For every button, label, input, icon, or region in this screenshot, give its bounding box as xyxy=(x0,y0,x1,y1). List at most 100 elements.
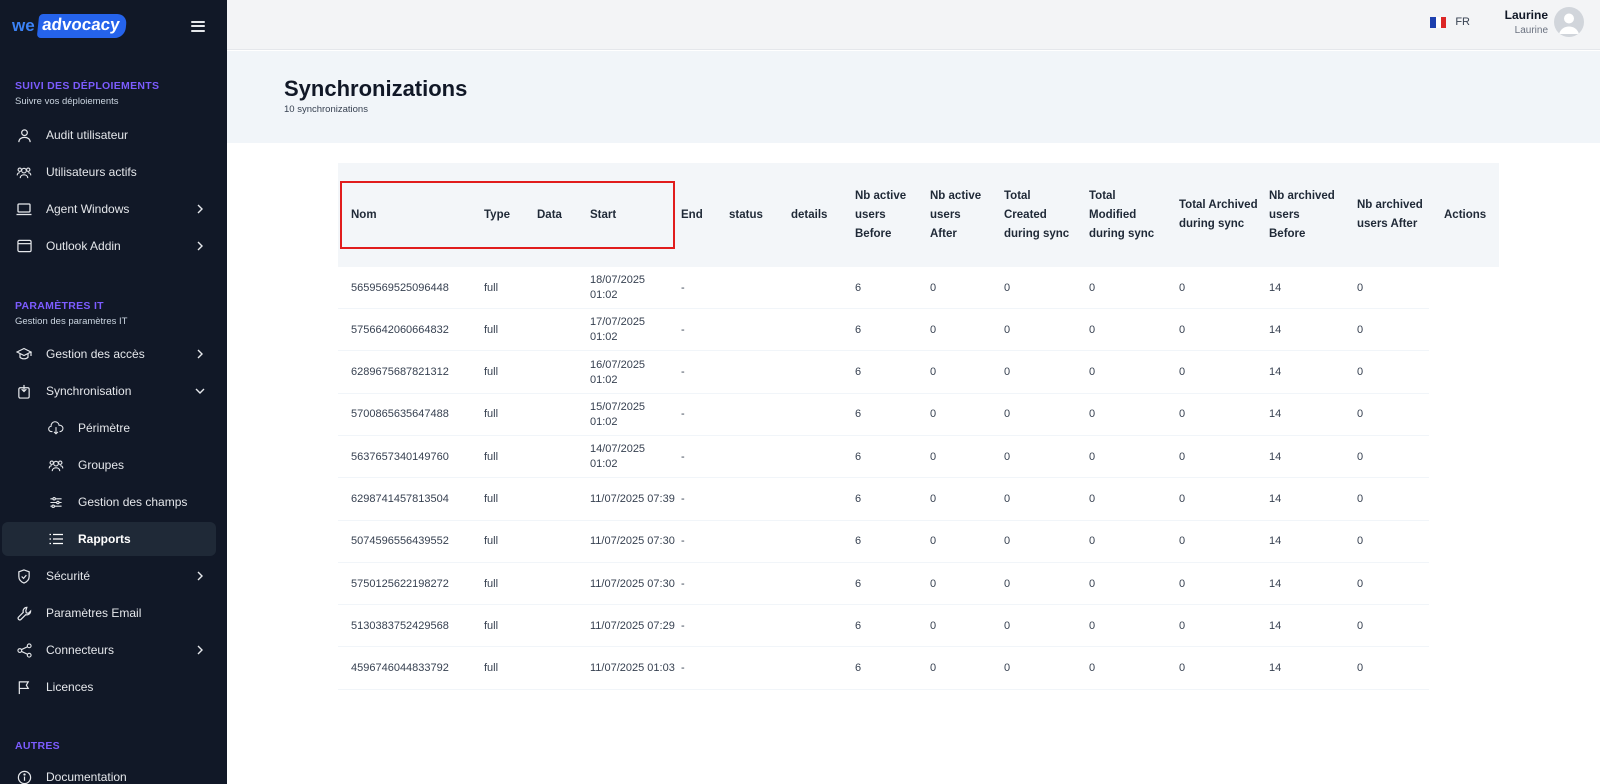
cell-nb-archived-before: 14 xyxy=(1269,535,1282,548)
table-row[interactable]: 5074596556439552 full 11/07/2025 07:30- 6 0 0… xyxy=(338,521,1429,563)
cell-end: - xyxy=(681,619,685,632)
cell-nb-archived-before: 14 xyxy=(1269,619,1282,632)
cell-total-archived: 0 xyxy=(1179,662,1186,675)
cell-nom: 5637657340149760 xyxy=(351,450,449,463)
cell-type: full xyxy=(484,366,499,379)
column-header-nb-active-before[interactable]: Nb active users Before xyxy=(855,163,920,267)
sidebar-item-securite[interactable]: Sécurité xyxy=(2,559,216,593)
sidebar-item-connecteurs[interactable]: Connecteurs xyxy=(2,633,216,667)
list-icon xyxy=(48,531,64,547)
table-row[interactable]: 5756642060664832 full 17/07/2025 01:02 - 6 0 0… xyxy=(338,309,1429,352)
cell-nb-active-after: 0 xyxy=(930,662,937,675)
cell-total-modified: 0 xyxy=(1089,662,1096,675)
cell-type: full xyxy=(484,662,499,675)
column-header-nom[interactable]: Nom xyxy=(351,163,481,267)
cell-nb-archived-before: 14 xyxy=(1269,493,1282,505)
column-header-total-archived[interactable]: Total Archived during sync xyxy=(1179,163,1269,267)
cell-details xyxy=(791,648,851,690)
table-row[interactable]: 5659569525096448 full 18/07/2025 01:02 - 6 0 0… xyxy=(338,267,1429,309)
cell-status xyxy=(729,309,787,351)
sidebar-item-audit[interactable]: Audit utilisateur xyxy=(2,118,216,152)
table-row[interactable]: 6298741457813504 full 11/07/2025 07:39- 6 0 0… xyxy=(338,479,1429,521)
sidebar-item-synchronisation[interactable]: Synchronisation xyxy=(2,374,216,408)
cell-nb-active-after: 0 xyxy=(930,577,937,590)
cell-data xyxy=(537,267,587,309)
sidebar: we advocacy SUIVI DES DÉPLOIEMENTS Suivr… xyxy=(0,0,227,784)
sidebar-item-gestion-acces[interactable]: Gestion des accès xyxy=(2,337,216,371)
column-header-total-created[interactable]: Total Created during sync xyxy=(1004,163,1074,267)
cell-type: full xyxy=(484,619,499,632)
section-autres: AUTRES xyxy=(0,740,227,752)
column-header-total-modified[interactable]: Total Modified during sync xyxy=(1089,163,1161,267)
cell-nb-active-before: 6 xyxy=(855,281,862,294)
table-row[interactable]: 5700865635647488 full 15/07/2025 01:02 - 6 0 0… xyxy=(338,394,1429,436)
user-menu[interactable]: Laurine Laurine xyxy=(1505,8,1548,36)
app-logo[interactable]: we advocacy xyxy=(12,14,127,38)
cell-start: 15/07/2025 01:02 xyxy=(590,400,646,428)
cell-total-archived: 0 xyxy=(1179,619,1186,632)
sidebar-item-label: Utilisateurs actifs xyxy=(46,165,137,179)
cell-nb-active-after: 0 xyxy=(930,281,937,294)
cell-details xyxy=(791,436,851,478)
column-header-nb-archived-after[interactable]: Nb archived users After xyxy=(1357,163,1427,267)
cell-nb-active-before: 6 xyxy=(855,366,862,379)
cell-nb-archived-before: 14 xyxy=(1269,662,1282,675)
table-row[interactable]: 5637657340149760 full 14/07/2025 01:02 - 6 0 0… xyxy=(338,436,1429,479)
cell-type: full xyxy=(484,450,499,463)
sidebar-item-licences[interactable]: Licences xyxy=(2,670,216,704)
cell-details xyxy=(791,394,851,436)
sidebar-item-utilisateurs-actifs[interactable]: Utilisateurs actifs xyxy=(2,155,216,189)
share-nodes-icon xyxy=(16,642,32,658)
sidebar-item-agent-windows[interactable]: Agent Windows xyxy=(2,192,216,226)
cell-nb-archived-after: 0 xyxy=(1357,408,1364,421)
page-subtitle: 10 synchronizations xyxy=(284,104,368,115)
synchronizations-table: Nom Type Data Start End status details N… xyxy=(338,163,1499,693)
table-row[interactable]: 6289675687821312 full 16/07/2025 01:02 - 6 0 0… xyxy=(338,352,1429,394)
section-subtitle: Suivre vos déploiements xyxy=(15,96,119,107)
cell-type: full xyxy=(484,493,499,505)
chevron-right-icon xyxy=(190,241,210,251)
sidebar-item-rapports[interactable]: Rapports xyxy=(2,522,216,556)
cell-total-modified: 0 xyxy=(1089,281,1096,294)
sidebar-item-groupes[interactable]: Groupes xyxy=(2,448,216,482)
cell-details xyxy=(791,267,851,309)
column-header-nb-active-after[interactable]: Nb active users After xyxy=(930,163,990,267)
cell-total-created: 0 xyxy=(1004,450,1011,463)
cell-nb-active-before: 6 xyxy=(855,323,862,336)
table-row[interactable]: 4596746044833792 full 11/07/2025 01:03- 6 0 0… xyxy=(338,648,1429,690)
language-label: FR xyxy=(1455,16,1470,28)
sidebar-item-documentation[interactable]: Documentation xyxy=(2,760,216,784)
column-header-details[interactable]: details xyxy=(791,163,851,267)
user-subtitle: Laurine xyxy=(1514,25,1548,36)
column-header-type[interactable]: Type xyxy=(484,163,534,267)
column-header-end[interactable]: End xyxy=(681,163,726,267)
cell-type: full xyxy=(484,577,499,590)
column-header-nb-archived-before[interactable]: Nb archived users Before xyxy=(1269,163,1339,267)
cell-total-created: 0 xyxy=(1004,366,1011,379)
cell-nb-active-before: 6 xyxy=(855,619,862,632)
cell-nom: 5659569525096448 xyxy=(351,281,449,294)
cell-nom: 5074596556439552 xyxy=(351,535,449,548)
column-header-start[interactable]: Start xyxy=(590,163,675,267)
language-selector[interactable]: FR xyxy=(1430,16,1470,28)
cell-total-created: 0 xyxy=(1004,577,1011,590)
cell-details xyxy=(791,309,851,351)
avatar[interactable] xyxy=(1554,7,1584,37)
cell-total-created: 0 xyxy=(1004,619,1011,632)
sidebar-item-outlook-addin[interactable]: Outlook Addin xyxy=(2,229,216,263)
sidebar-item-perimetre[interactable]: Périmètre xyxy=(2,411,216,445)
cell-total-archived: 0 xyxy=(1179,577,1186,590)
cell-start: 11/07/2025 01:03 xyxy=(590,662,675,675)
menu-toggle-icon[interactable] xyxy=(191,20,205,32)
cell-type: full xyxy=(484,281,499,294)
cell-total-archived: 0 xyxy=(1179,281,1186,294)
cell-end: - xyxy=(681,493,685,505)
sidebar-item-gestion-champs[interactable]: Gestion des champs xyxy=(2,485,216,519)
column-header-status[interactable]: status xyxy=(729,163,787,267)
table-row[interactable]: 5130383752429568 full 11/07/2025 07:29- 6 0 0… xyxy=(338,605,1429,648)
sidebar-item-parametres-email[interactable]: Paramètres Email xyxy=(2,596,216,630)
table-row[interactable]: 5750125622198272 full 11/07/2025 07:30- 6 0 0… xyxy=(338,563,1429,606)
cell-total-modified: 0 xyxy=(1089,619,1096,632)
column-header-data[interactable]: Data xyxy=(537,163,587,267)
cell-status xyxy=(729,648,787,690)
